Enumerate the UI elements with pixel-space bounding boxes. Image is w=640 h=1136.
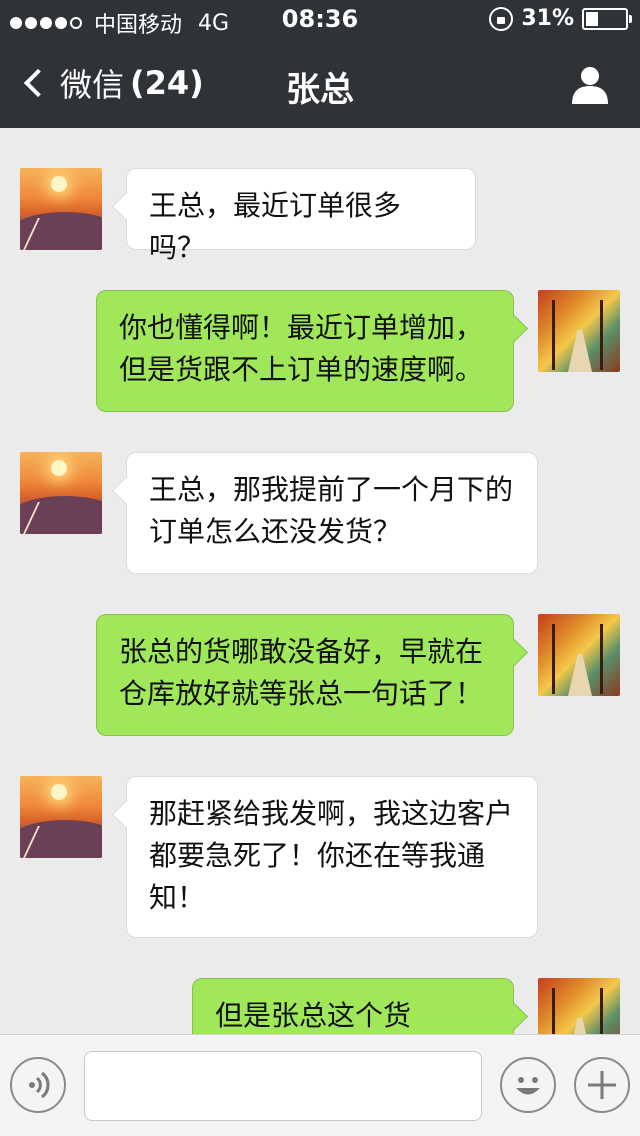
status-right: 31% xyxy=(489,6,632,31)
chevron-left-icon xyxy=(23,68,53,98)
message-text: 你也懂得啊！最近订单增加， xyxy=(119,311,484,344)
message-text: 订单怎么还没发货？ xyxy=(149,515,402,548)
message-row: 王总，最近订单很多吗？ xyxy=(0,128,640,268)
incoming-message-bubble[interactable]: 王总，那我提前了一个月下的 订单怎么还没发货？ xyxy=(126,452,538,574)
battery-fill xyxy=(586,11,598,26)
avatar-sun xyxy=(51,176,67,192)
message-text: 王总，最近订单很多吗？ xyxy=(149,189,402,264)
avatar-sun xyxy=(51,460,67,476)
status-bar: 中国移动 4G 08:36 31% xyxy=(0,0,640,40)
plus-icon xyxy=(588,1071,616,1099)
avatar-trunk xyxy=(600,624,603,694)
outgoing-message-bubble[interactable]: 你也懂得啊！最近订单增加， 但是货跟不上订单的速度啊。 xyxy=(96,290,514,412)
message-text: 但是张总这个货款…… xyxy=(215,999,412,1032)
message-input[interactable] xyxy=(84,1051,482,1121)
chat-area[interactable]: 王总，最近订单很多吗？ 你也懂得啊！最近订单增加， 但是货跟不上订单的速度啊。 … xyxy=(0,128,640,1034)
my-avatar[interactable] xyxy=(538,614,620,696)
unread-count: (24) xyxy=(130,64,204,102)
message-text: 张总的货哪敢没备好，早就在 xyxy=(119,635,484,668)
top-bar: 中国移动 4G 08:36 31% 微信 (24) 张总 xyxy=(0,0,640,128)
avatar-path xyxy=(568,654,592,696)
contact-avatar[interactable] xyxy=(20,168,102,250)
avatar-trunk xyxy=(600,300,603,370)
avatar-trunk xyxy=(552,988,555,1034)
avatar-trunk xyxy=(552,300,555,370)
rotation-lock-icon xyxy=(489,6,514,31)
voice-button[interactable] xyxy=(10,1057,66,1113)
message-row: 那赶紧给我发啊，我这边客户 都要急死了！你还在等我通 知！ xyxy=(0,748,640,948)
input-bar xyxy=(0,1034,640,1136)
avatar-trunk xyxy=(552,624,555,694)
back-label: 微信 xyxy=(60,66,125,104)
voice-icon xyxy=(29,1071,50,1099)
nav-bar: 微信 (24) 张总 xyxy=(0,40,640,128)
outgoing-message-bubble[interactable]: 张总的货哪敢没备好，早就在 仓库放好就等张总一句话了！ xyxy=(96,614,514,736)
message-text: 都要急死了！你还在等我通 xyxy=(149,839,486,872)
incoming-message-bubble[interactable]: 王总，最近订单很多吗？ xyxy=(126,168,476,264)
emoji-icon xyxy=(516,1077,540,1095)
avatar-path xyxy=(568,330,592,372)
my-avatar[interactable] xyxy=(538,978,620,1034)
message-row: 王总，那我提前了一个月下的 订单怎么还没发货？ xyxy=(0,428,640,588)
message-text: 知！ xyxy=(149,881,206,914)
message-row: 张总的货哪敢没备好，早就在 仓库放好就等张总一句话了！ xyxy=(0,588,640,748)
battery-percent: 31% xyxy=(521,6,574,31)
person-icon xyxy=(572,67,608,104)
contact-avatar[interactable] xyxy=(20,452,102,534)
message-text: 仓库放好就等张总一句话了！ xyxy=(119,677,484,710)
contact-avatar[interactable] xyxy=(20,776,102,858)
emoji-button[interactable] xyxy=(500,1057,556,1113)
more-button[interactable] xyxy=(574,1057,630,1113)
message-row: 你也懂得啊！最近订单增加， 但是货跟不上订单的速度啊。 xyxy=(0,268,640,428)
message-text: 但是货跟不上订单的速度啊。 xyxy=(119,353,484,386)
avatar-trunk xyxy=(600,988,603,1034)
profile-button[interactable] xyxy=(570,64,610,104)
my-avatar[interactable] xyxy=(538,290,620,372)
message-text: 那赶紧给我发啊，我这边客户 xyxy=(149,797,514,830)
message-text: 王总，那我提前了一个月下的 xyxy=(149,473,514,506)
back-button[interactable]: 微信 (24) xyxy=(20,60,204,106)
battery-icon xyxy=(582,7,632,30)
avatar-path xyxy=(568,1018,592,1034)
incoming-message-bubble[interactable]: 那赶紧给我发啊，我这边客户 都要急死了！你还在等我通 知！ xyxy=(126,776,538,938)
message-row: 但是张总这个货款…… xyxy=(0,948,640,1034)
outgoing-message-bubble[interactable]: 但是张总这个货款…… xyxy=(192,978,514,1034)
avatar-sun xyxy=(51,784,67,800)
